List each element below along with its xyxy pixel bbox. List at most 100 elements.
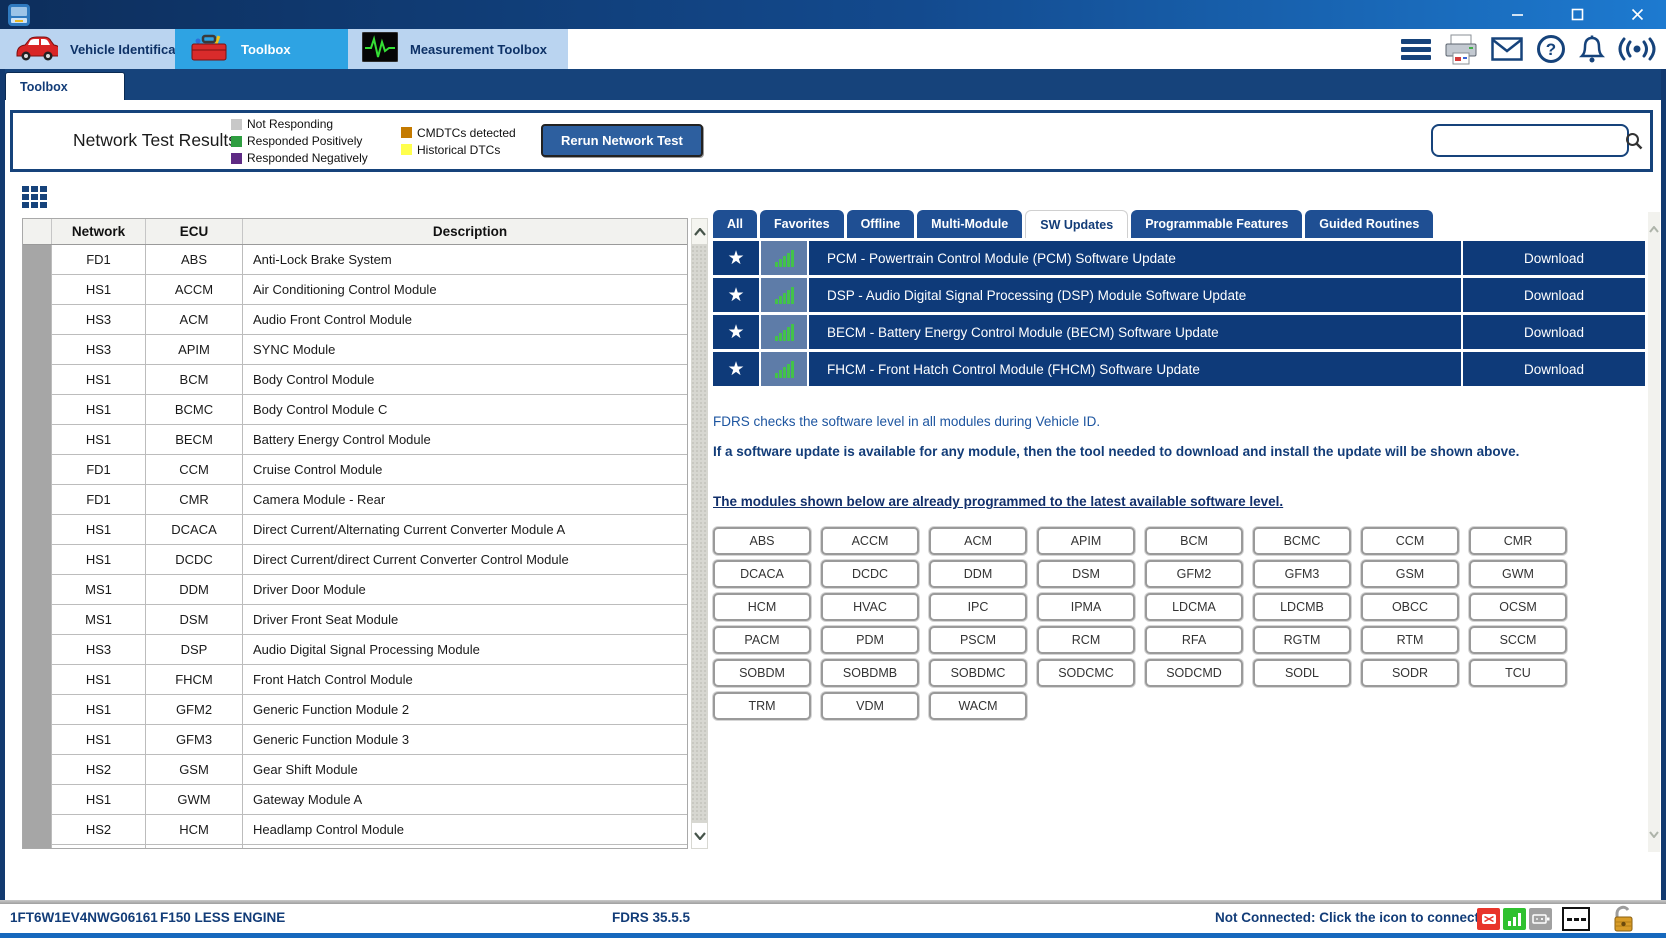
tab-all[interactable]: All — [713, 210, 757, 238]
module-button-wacm[interactable]: WACM — [929, 692, 1027, 720]
search-input[interactable] — [1433, 126, 1625, 155]
table-row[interactable]: HS1 GWM Gateway Module A — [23, 785, 687, 815]
module-button-bcmc[interactable]: BCMC — [1253, 527, 1351, 555]
module-button-sobdm[interactable]: SOBDM — [713, 659, 811, 687]
minimize-button[interactable] — [1502, 0, 1532, 29]
table-row[interactable]: FD1 CMR Camera Module - Rear — [23, 485, 687, 515]
module-button-ocsm[interactable]: OCSM — [1469, 593, 1567, 621]
dashes-indicator[interactable] — [1562, 907, 1590, 931]
module-button-sodl[interactable]: SODL — [1253, 659, 1351, 687]
module-button-bcm[interactable]: BCM — [1145, 527, 1243, 555]
module-button-trm[interactable]: TRM — [713, 692, 811, 720]
module-button-vdm[interactable]: VDM — [821, 692, 919, 720]
download-button[interactable]: Download — [1463, 315, 1645, 349]
tab-toolbox[interactable]: Toolbox — [175, 29, 348, 69]
update-title[interactable]: BECM - Battery Energy Control Module (BE… — [809, 315, 1461, 349]
module-button-gfm2[interactable]: GFM2 — [1145, 560, 1243, 588]
scroll-up-button[interactable] — [691, 218, 708, 245]
module-button-ipma[interactable]: IPMA — [1037, 593, 1135, 621]
module-button-acm[interactable]: ACM — [929, 527, 1027, 555]
tab-offline[interactable]: Offline — [846, 210, 915, 238]
module-button-rcm[interactable]: RCM — [1037, 626, 1135, 654]
module-button-abs[interactable]: ABS — [713, 527, 811, 555]
column-header-network[interactable]: Network — [51, 219, 146, 244]
download-button[interactable]: Download — [1463, 278, 1645, 312]
battery-icon[interactable] — [1529, 908, 1552, 930]
maximize-button[interactable] — [1562, 0, 1592, 29]
module-button-ddm[interactable]: DDM — [929, 560, 1027, 588]
table-row[interactable]: HS2 GSM Gear Shift Module — [23, 755, 687, 785]
favorite-star-icon[interactable]: ★ — [713, 352, 759, 386]
table-row[interactable]: HS1 FHCM Front Hatch Control Module — [23, 665, 687, 695]
update-title[interactable]: FHCM - Front Hatch Control Module (FHCM)… — [809, 352, 1461, 386]
module-button-pdm[interactable]: PDM — [821, 626, 919, 654]
module-button-tcu[interactable]: TCU — [1469, 659, 1567, 687]
module-button-rfa[interactable]: RFA — [1145, 626, 1243, 654]
module-button-dcdc[interactable]: DCDC — [821, 560, 919, 588]
download-button[interactable]: Download — [1463, 352, 1645, 386]
table-row[interactable]: HS1 BECM Battery Energy Control Module — [23, 425, 687, 455]
module-button-ldcmb[interactable]: LDCMB — [1253, 593, 1351, 621]
module-button-dsm[interactable]: DSM — [1037, 560, 1135, 588]
table-row[interactable]: FD1 ABS Anti-Lock Brake System — [23, 245, 687, 275]
module-button-ipc[interactable]: IPC — [929, 593, 1027, 621]
module-button-pacm[interactable]: PACM — [713, 626, 811, 654]
update-title[interactable]: PCM - Powertrain Control Module (PCM) So… — [809, 241, 1461, 275]
table-row[interactable]: HS3 DSP Audio Digital Signal Processing … — [23, 635, 687, 665]
tab-multi-module[interactable]: Multi-Module — [917, 210, 1023, 238]
module-button-sccm[interactable]: SCCM — [1469, 626, 1567, 654]
menu-icon[interactable] — [1401, 37, 1431, 61]
table-row[interactable]: HS1 BCM Body Control Module — [23, 365, 687, 395]
module-button-dcaca[interactable]: DCACA — [713, 560, 811, 588]
module-button-sodcmc[interactable]: SODCMC — [1037, 659, 1135, 687]
table-row[interactable]: HS1 DCDC Direct Current/direct Current C… — [23, 545, 687, 575]
module-button-sobdmb[interactable]: SOBDMB — [821, 659, 919, 687]
column-header-description[interactable]: Description — [243, 219, 687, 244]
unlock-icon[interactable] — [1612, 905, 1636, 933]
table-row[interactable]: HS3 APIM SYNC Module — [23, 335, 687, 365]
module-button-gsm[interactable]: GSM — [1361, 560, 1459, 588]
module-button-pscm[interactable]: PSCM — [929, 626, 1027, 654]
module-button-sobdmc[interactable]: SOBDMC — [929, 659, 1027, 687]
module-button-sodr[interactable]: SODR — [1361, 659, 1459, 687]
module-button-sodcmd[interactable]: SODCMD — [1145, 659, 1243, 687]
search-icon[interactable] — [1625, 132, 1643, 150]
close-button[interactable] — [1622, 0, 1652, 29]
table-row[interactable]: FD1 CCM Cruise Control Module — [23, 455, 687, 485]
tab-vehicle-identification[interactable]: Vehicle Identification — [0, 29, 175, 69]
table-row[interactable]: MS1 DDM Driver Door Module — [23, 575, 687, 605]
table-row[interactable]: HS2 HCM Headlamp Control Module — [23, 815, 687, 845]
table-row[interactable]: HS1 DCACA Direct Current/Alternating Cur… — [23, 515, 687, 545]
module-button-hvac[interactable]: HVAC — [821, 593, 919, 621]
main-scrollbar[interactable] — [1648, 212, 1660, 852]
module-button-accm[interactable]: ACCM — [821, 527, 919, 555]
table-row[interactable]: HS1 GFM2 Generic Function Module 2 — [23, 695, 687, 725]
module-button-cmr[interactable]: CMR — [1469, 527, 1567, 555]
subtab-toolbox[interactable]: Toolbox — [5, 72, 125, 100]
table-row[interactable]: MS1 DSM Driver Front Seat Module — [23, 605, 687, 635]
table-row[interactable]: HS1 GFM3 Generic Function Module 3 — [23, 725, 687, 755]
scrollbar-track[interactable] — [691, 245, 708, 822]
tab-measurement-toolbox[interactable]: Measurement Toolbox — [348, 29, 568, 69]
update-title[interactable]: DSP - Audio Digital Signal Processing (D… — [809, 278, 1461, 312]
vcm-device-icon[interactable] — [1477, 908, 1500, 930]
signal-strength-icon[interactable] — [1503, 908, 1526, 930]
module-button-gwm[interactable]: GWM — [1469, 560, 1567, 588]
mail-icon[interactable] — [1491, 37, 1523, 61]
module-button-obcc[interactable]: OBCC — [1361, 593, 1459, 621]
table-row[interactable]: HS1 ACCM Air Conditioning Control Module — [23, 275, 687, 305]
tab-favorites[interactable]: Favorites — [759, 210, 844, 238]
module-button-ldcma[interactable]: LDCMA — [1145, 593, 1243, 621]
module-button-gfm3[interactable]: GFM3 — [1253, 560, 1351, 588]
wireless-icon[interactable] — [1618, 35, 1656, 63]
favorite-star-icon[interactable]: ★ — [713, 278, 759, 312]
notifications-icon[interactable] — [1579, 34, 1605, 64]
favorite-star-icon[interactable]: ★ — [713, 315, 759, 349]
module-button-hcm[interactable]: HCM — [713, 593, 811, 621]
module-button-rtm[interactable]: RTM — [1361, 626, 1459, 654]
help-icon[interactable]: ? — [1536, 34, 1566, 64]
module-button-apim[interactable]: APIM — [1037, 527, 1135, 555]
table-row[interactable]: HS1 BCMC Body Control Module C — [23, 395, 687, 425]
grid-view-icon[interactable] — [22, 186, 47, 208]
tab-sw-updates[interactable]: SW Updates — [1025, 210, 1129, 238]
